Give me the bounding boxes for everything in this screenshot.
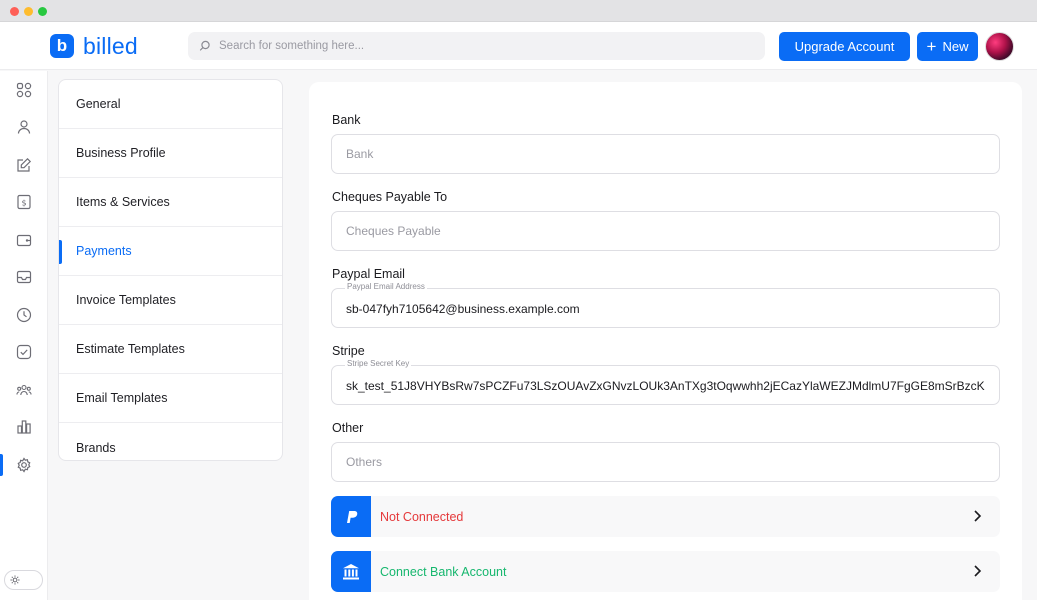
rail-time[interactable] <box>0 300 48 330</box>
menu-item-business-profile[interactable]: Business Profile <box>59 129 282 178</box>
logo-mark: b <box>50 34 74 58</box>
rail-apps[interactable] <box>0 75 48 105</box>
svg-text:$: $ <box>21 199 26 208</box>
chevron-right-icon <box>974 510 982 522</box>
search-bar <box>188 32 765 60</box>
stripe-secret-key-input[interactable] <box>332 366 999 404</box>
paypal-label: Paypal Email <box>332 267 405 281</box>
menu-item-invoice-templates[interactable]: Invoice Templates <box>59 276 282 325</box>
plus-icon: + <box>926 37 937 56</box>
rail-clients[interactable] <box>0 112 48 142</box>
wallet-icon <box>16 234 32 247</box>
logo-text: billed <box>83 32 138 59</box>
menu-item-payments[interactable]: Payments <box>59 227 282 276</box>
other-field-wrapper <box>331 442 1000 482</box>
rail-settings[interactable] <box>0 450 48 480</box>
icon-rail: $ <box>0 71 48 600</box>
bank-connect-row[interactable]: Connect Bank Account <box>331 551 1000 592</box>
bank-icon <box>331 551 371 592</box>
search-input[interactable] <box>219 40 739 52</box>
bank-field-wrapper <box>331 134 1000 174</box>
reports-icon <box>17 420 31 434</box>
clock-icon <box>16 307 32 323</box>
paypal-connect-row[interactable]: Not Connected <box>331 496 1000 537</box>
invoice-icon: $ <box>17 194 31 210</box>
paypal-float-label: Paypal Email Address <box>345 282 427 291</box>
connect-bank-account-label: Connect Bank Account <box>380 564 507 579</box>
other-input[interactable] <box>332 443 999 481</box>
cheques-field-wrapper <box>331 211 1000 251</box>
settings-icon <box>17 457 31 473</box>
payments-panel: Bank Cheques Payable To Paypal Email Pay… <box>309 82 1022 600</box>
menu-item-estimate-templates[interactable]: Estimate Templates <box>59 325 282 374</box>
menu-item-items-services[interactable]: Items & Services <box>59 178 282 227</box>
top-bar: b billed Upgrade Account + New <box>0 22 1037 70</box>
team-icon <box>16 384 32 396</box>
rail-wallet[interactable] <box>0 225 48 255</box>
rail-edit[interactable] <box>0 150 48 180</box>
search-icon <box>198 40 211 53</box>
user-icon <box>17 120 31 134</box>
stripe-float-label: Stripe Secret Key <box>345 359 412 368</box>
maximize-window-button[interactable] <box>38 7 47 16</box>
rail-tasks[interactable] <box>0 337 48 367</box>
rail-invoices[interactable]: $ <box>0 187 48 217</box>
menu-item-general[interactable]: General <box>59 80 282 129</box>
settings-menu: General Business Profile Items & Service… <box>58 79 283 461</box>
cheques-label: Cheques Payable To <box>332 190 448 204</box>
rail-inbox[interactable] <box>0 262 48 292</box>
close-window-button[interactable] <box>10 7 19 16</box>
menu-item-brands[interactable]: Brands <box>59 423 282 460</box>
bank-label: Bank <box>332 113 361 127</box>
paypal-connection-status: Not Connected <box>380 509 464 524</box>
paypal-icon <box>331 496 371 537</box>
paypal-email-input[interactable] <box>332 289 999 327</box>
inbox-icon <box>16 270 32 284</box>
rail-reports[interactable] <box>0 412 48 442</box>
bank-input[interactable] <box>332 135 999 173</box>
sun-icon <box>10 575 20 585</box>
window-titlebar <box>0 0 1037 22</box>
edit-icon <box>17 157 32 172</box>
stripe-field-wrapper: Stripe Secret Key <box>331 359 1000 405</box>
new-button[interactable]: + New <box>917 32 978 61</box>
paypal-field-wrapper: Paypal Email Address <box>331 282 1000 328</box>
new-button-label: New <box>942 39 969 54</box>
chevron-right-icon <box>974 565 982 577</box>
minimize-window-button[interactable] <box>24 7 33 16</box>
check-icon <box>16 344 32 360</box>
apps-icon <box>16 82 32 98</box>
avatar[interactable] <box>985 32 1014 61</box>
cheques-payable-input[interactable] <box>332 212 999 250</box>
app-logo[interactable]: b billed <box>50 33 138 59</box>
other-label: Other <box>332 421 364 435</box>
rail-team[interactable] <box>0 375 48 405</box>
upgrade-account-button[interactable]: Upgrade Account <box>779 32 910 61</box>
theme-toggle[interactable] <box>4 570 43 590</box>
stripe-label: Stripe <box>332 344 365 358</box>
menu-item-email-templates[interactable]: Email Templates <box>59 374 282 423</box>
